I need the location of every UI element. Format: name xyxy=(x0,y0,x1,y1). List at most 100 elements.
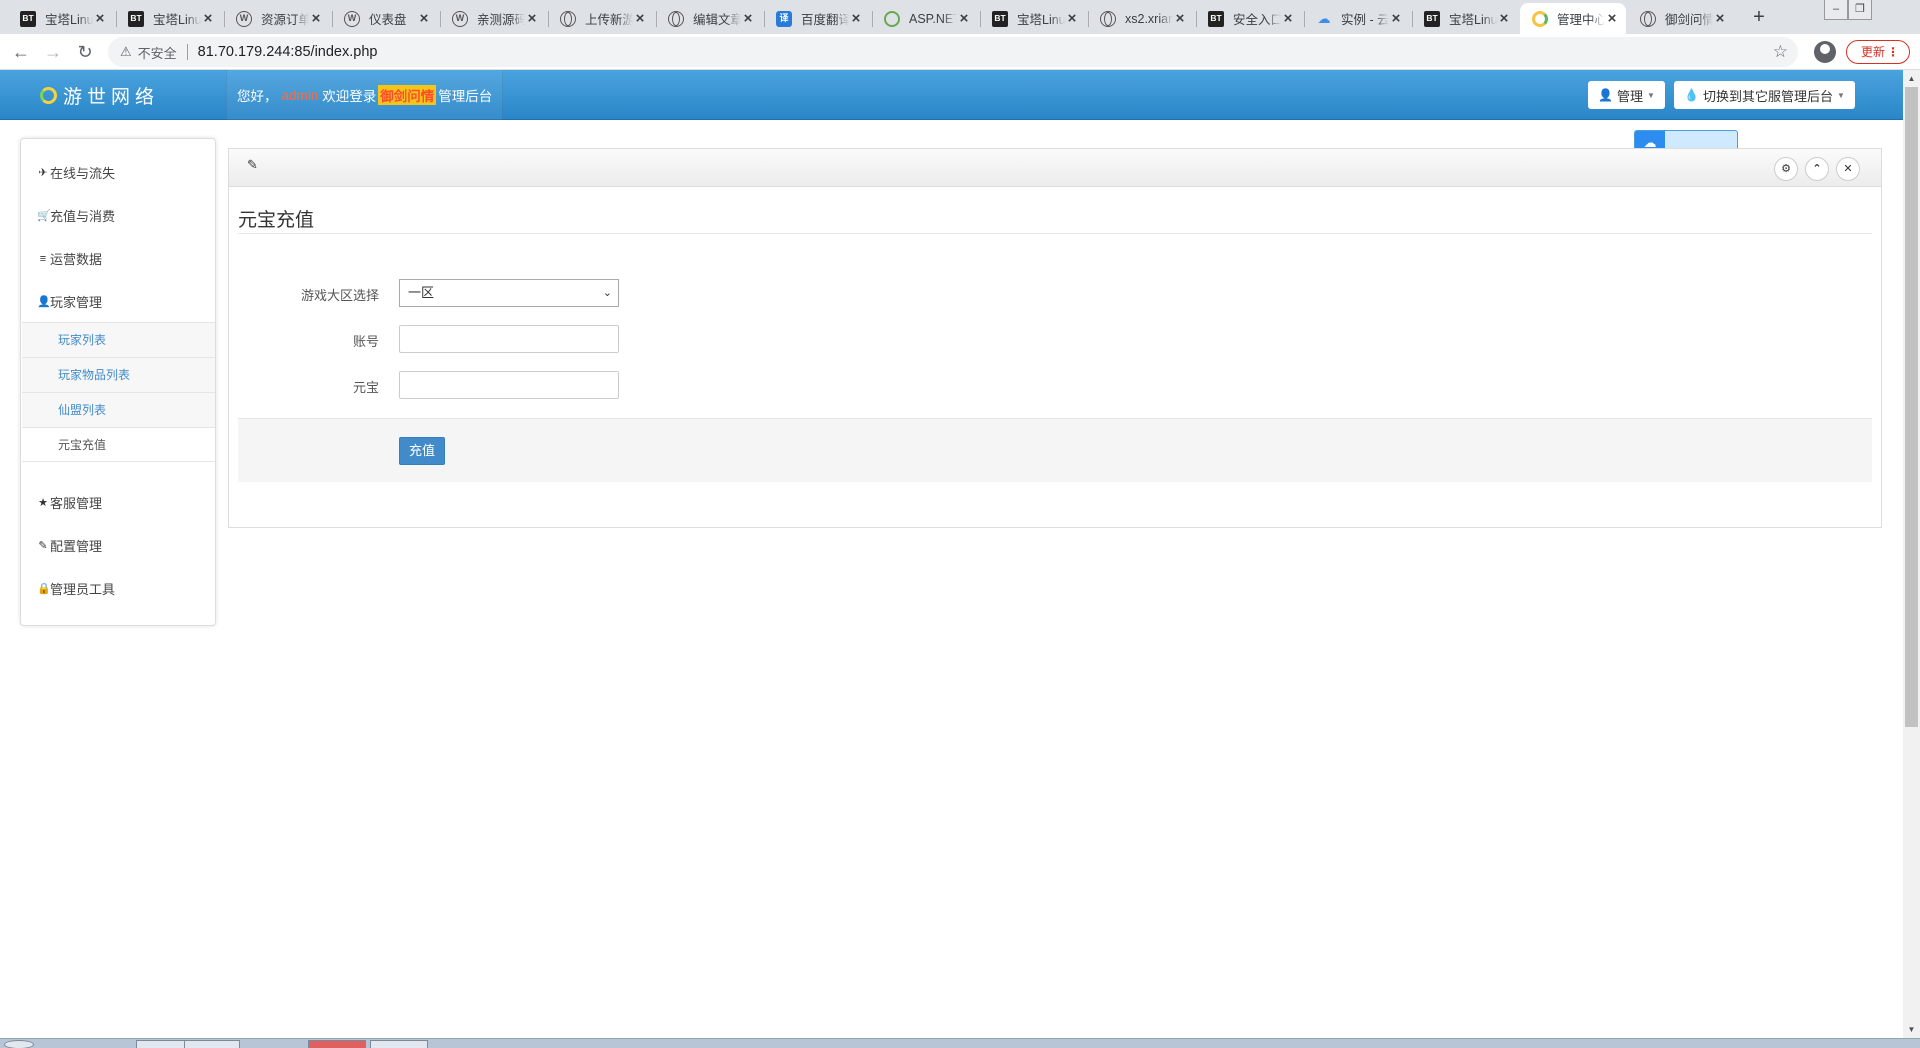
scroll-up-icon[interactable]: ▲ xyxy=(1903,70,1920,87)
tab-close-icon[interactable]: × xyxy=(1605,11,1619,26)
switch-server-dropdown-button[interactable]: 💧 切换到其它服管理后台 ▼ xyxy=(1674,81,1855,109)
tab-title: 仪表盘 xyxy=(369,13,407,27)
asp-icon xyxy=(884,10,900,27)
tab-close-icon[interactable]: × xyxy=(1389,11,1403,26)
tab-title: 宝塔Linux面板 xyxy=(1017,13,1065,27)
browser-tab[interactable]: xs2.xrian × xyxy=(1088,3,1194,34)
scroll-down-icon[interactable]: ▼ xyxy=(1903,1021,1920,1038)
tab-close-icon[interactable]: × xyxy=(201,11,215,26)
sidebar-item[interactable]: 🛒 充值与消费 xyxy=(37,206,115,225)
address-bar[interactable]: ⚠ 不安全 81.70.179.244:85/index.php ☆ xyxy=(108,37,1798,67)
browser-tab[interactable]: 译百度翻译 × xyxy=(764,3,870,34)
taskbar-app[interactable] xyxy=(370,1040,428,1048)
wordpress-icon: W xyxy=(452,10,468,27)
browser-tab[interactable]: W 资源订单 × xyxy=(224,3,330,34)
tab-close-icon[interactable]: × xyxy=(1281,11,1295,26)
globe-icon xyxy=(668,10,684,27)
sidebar-subitem[interactable]: 玩家物品列表 xyxy=(22,357,215,392)
tab-close-icon[interactable]: × xyxy=(849,11,863,26)
tab-close-icon[interactable]: × xyxy=(93,11,107,26)
restore-button[interactable]: ❐ xyxy=(1848,0,1872,20)
profile-avatar-icon[interactable] xyxy=(1814,41,1836,63)
sidebar-item[interactable]: ★ 客服管理 xyxy=(37,493,102,512)
browser-tab[interactable]: 御剑问情 × xyxy=(1628,3,1734,34)
tab-close-icon[interactable]: × xyxy=(309,11,323,26)
scrollbar-thumb[interactable] xyxy=(1905,87,1918,727)
sidebar-item-label: 管理员工具 xyxy=(50,582,116,597)
zone-select[interactable]: 一区 ⌄ xyxy=(399,279,619,307)
page-scrollbar[interactable]: ▲ ▼ xyxy=(1903,70,1920,1038)
ingot-input[interactable] xyxy=(399,371,619,399)
server-name: 御剑问情 xyxy=(378,85,437,105)
logo-ring-icon xyxy=(40,86,57,104)
tab-close-icon[interactable]: × xyxy=(1497,11,1511,26)
browser-tab[interactable]: W 亲测源码 × xyxy=(440,3,546,34)
tab-close-icon[interactable]: × xyxy=(1713,11,1727,26)
update-button[interactable]: 更新 ⋮ xyxy=(1846,40,1910,64)
welcome-suffix: 管理后台 xyxy=(438,89,493,104)
browser-tab[interactable]: BT 宝塔Linux面板× xyxy=(116,3,222,34)
sidebar-subitem[interactable]: 元宝充值 xyxy=(22,427,215,462)
reload-icon[interactable]: ↻ xyxy=(72,39,98,65)
sidebar-item[interactable]: ✎ 配置管理 xyxy=(37,536,102,555)
caret-down-icon: ▼ xyxy=(1836,90,1845,100)
forward-arrow-icon[interactable]: → xyxy=(40,39,66,65)
browser-tab[interactable]: BT 宝塔Linux面板× xyxy=(1412,3,1518,34)
account-input[interactable] xyxy=(399,325,619,353)
browser-tab[interactable]: BT 安全入口 × xyxy=(1196,3,1302,34)
taskbar-app[interactable] xyxy=(308,1040,366,1048)
username: admin xyxy=(281,87,319,103)
lock-icon: 🔒 xyxy=(37,583,51,595)
browser-tab[interactable]: 编辑文章 × xyxy=(656,3,762,34)
back-arrow-icon[interactable]: ← xyxy=(8,39,34,65)
globe-icon xyxy=(1100,10,1116,27)
brand-logo[interactable]: 游世网络 xyxy=(40,82,159,108)
settings-gear-icon[interactable]: ⚙ xyxy=(1774,157,1798,181)
wordpress-icon: W xyxy=(236,10,252,27)
browser-tab[interactable]: ASP.NET × xyxy=(872,3,978,34)
tab-title: 御剑问情 xyxy=(1665,13,1713,27)
manage-dropdown-button[interactable]: 👤 管理 ▼ xyxy=(1588,81,1665,109)
sidebar-item[interactable]: ✈ 在线与流失 xyxy=(37,163,115,182)
logo-text: 游世网络 xyxy=(63,85,160,108)
collapse-chevron-up-icon[interactable]: ⌃ xyxy=(1805,157,1829,181)
sidebar-item[interactable]: 👤 玩家管理 xyxy=(37,292,102,311)
kebab-menu-icon: ⋮ xyxy=(1887,45,1899,59)
tab-close-icon[interactable]: × xyxy=(741,11,755,26)
droplet-icon: 💧 xyxy=(1684,88,1699,102)
tab-title: ASP.NET xyxy=(909,11,957,26)
browser-tab[interactable]: W 仪表盘 × xyxy=(332,3,438,34)
url-text[interactable]: 81.70.179.244:85/index.php xyxy=(198,44,378,60)
globe-icon xyxy=(1640,10,1656,27)
taskbar-app[interactable] xyxy=(184,1040,240,1048)
recharge-button[interactable]: 充值 xyxy=(399,437,446,465)
start-button[interactable] xyxy=(4,1040,34,1048)
sidebar-subitem[interactable]: 玩家列表 xyxy=(22,322,215,357)
browser-tab[interactable]: BT 宝塔Linux面板× xyxy=(8,3,114,34)
bookmark-star-icon[interactable]: ☆ xyxy=(1773,42,1788,62)
minimize-button[interactable]: – xyxy=(1824,0,1848,20)
tab-close-icon[interactable]: × xyxy=(633,11,647,26)
browser-tab[interactable]: 上传新游戏× xyxy=(548,3,654,34)
close-icon[interactable]: ✕ xyxy=(1836,157,1860,181)
sidebar-item[interactable]: ≡ 运营数据 xyxy=(37,249,102,268)
switch-label: 切换到其它服管理后台 xyxy=(1702,88,1833,104)
sidebar-subitem[interactable]: 仙盟列表 xyxy=(22,392,215,427)
tab-close-icon[interactable]: × xyxy=(957,11,971,26)
browser-tab[interactable]: ☁ 实例 - 云 × xyxy=(1304,3,1410,34)
tab-title: 上传新游戏 xyxy=(585,13,633,27)
tab-close-icon[interactable]: × xyxy=(1065,11,1079,26)
security-label: 不安全 xyxy=(137,45,177,61)
new-tab-button[interactable]: + xyxy=(1748,5,1770,29)
tab-close-icon[interactable]: × xyxy=(417,11,431,26)
sidebar-item-label: 客服管理 xyxy=(50,496,103,511)
sidebar-item-label: 配置管理 xyxy=(50,539,103,554)
browser-tab[interactable]: 管理中心 × xyxy=(1520,3,1626,34)
browser-tab[interactable]: BT 宝塔Linux面板× xyxy=(980,3,1086,34)
tab-close-icon[interactable]: × xyxy=(525,11,539,26)
warning-icon: ⚠ xyxy=(120,44,132,59)
taskbar-app[interactable] xyxy=(136,1040,188,1048)
tab-close-icon[interactable]: × xyxy=(1173,11,1187,26)
sidebar-item[interactable]: 🔒 管理员工具 xyxy=(37,579,115,598)
star-icon: ★ xyxy=(38,497,48,509)
